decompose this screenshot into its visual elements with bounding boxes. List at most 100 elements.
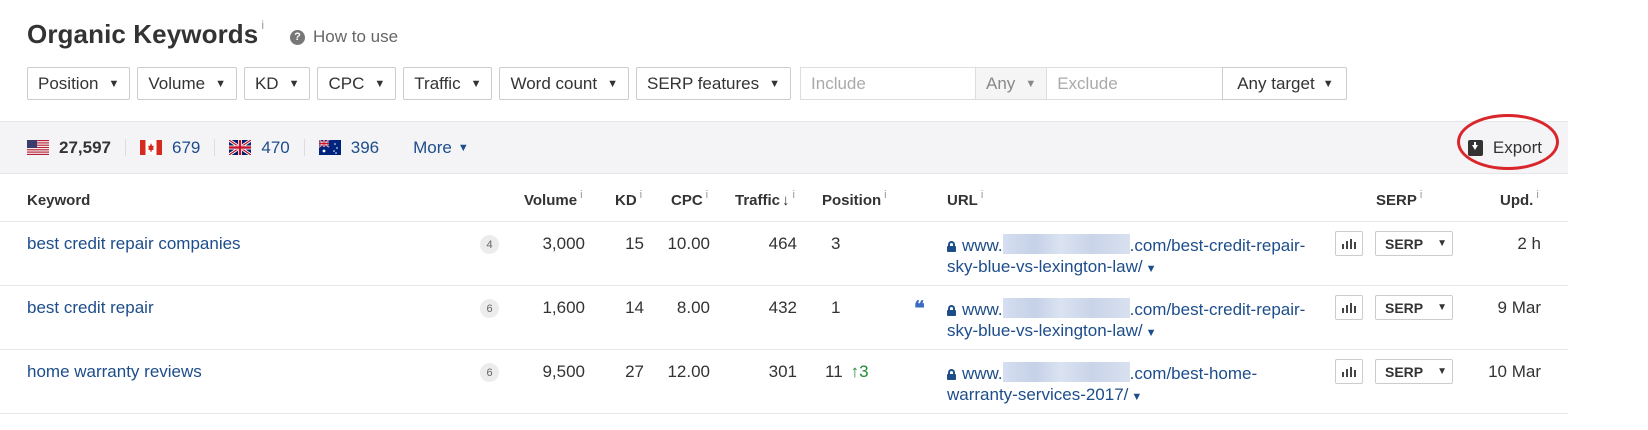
target-select[interactable]: Any target ▼ (1222, 67, 1347, 100)
au-flag-icon (318, 140, 341, 155)
caret-down-icon: ▼ (1322, 77, 1334, 90)
chart-button[interactable] (1335, 359, 1363, 384)
traffic-value: 301 (768, 362, 797, 381)
more-label: More (413, 137, 452, 157)
keyword-link[interactable]: best credit repair (27, 298, 154, 318)
filter-label: Volume (148, 73, 206, 93)
serp-features-count-badge[interactable]: 6 (480, 363, 499, 382)
caret-down-icon: ▼ (1437, 302, 1448, 313)
info-icon[interactable]: i (884, 189, 886, 201)
cpc-column-header[interactable]: CPC i (671, 189, 708, 209)
volume-column-header[interactable]: Volume i (524, 189, 583, 209)
caret-down-icon: ▼ (1437, 238, 1448, 249)
serp-button[interactable]: SERP ▼ (1375, 295, 1453, 320)
keyword-column-header[interactable]: Keyword (27, 192, 90, 209)
info-icon[interactable]: i (1420, 189, 1422, 201)
download-icon (1467, 139, 1483, 156)
redacted-domain (1002, 298, 1130, 318)
url-link[interactable]: www. .com/best-home-warranty-services-201… (947, 362, 1317, 408)
serp-features-count-badge[interactable]: 4 (480, 235, 499, 254)
chart-button[interactable] (1335, 295, 1363, 320)
lock-icon (947, 369, 956, 380)
caret-down-icon: ▼ (108, 77, 120, 90)
updated-column-header[interactable]: Upd. i (1500, 189, 1539, 209)
serp-label: SERP (1385, 235, 1424, 252)
country-bar: 27,597 679 470 396 More ▼ Export (0, 121, 1568, 174)
traffic-column-header[interactable]: Traffic ↓ i (735, 189, 795, 209)
caret-down-icon: ▼ (607, 77, 618, 90)
export-button[interactable]: Export (1467, 122, 1542, 173)
country-count: 679 (172, 137, 201, 157)
caret-down-icon[interactable]: ▼ (1131, 391, 1142, 403)
kd-filter-button[interactable]: KD ▼ (243, 67, 311, 100)
include-input[interactable] (800, 67, 976, 100)
lock-icon (947, 241, 956, 252)
target-label: Any target (1237, 73, 1315, 93)
traffic-filter-button[interactable]: Traffic ▼ (403, 67, 493, 100)
serp-column-header[interactable]: SERP i (1376, 189, 1422, 209)
cpc-filter-button[interactable]: CPC ▼ (317, 67, 397, 100)
traffic-value: 464 (768, 234, 797, 253)
filter-label: CPC (328, 73, 365, 93)
serp-button[interactable]: SERP ▼ (1375, 231, 1453, 256)
chart-button[interactable] (1335, 231, 1363, 256)
sort-desc-icon: ↓ (782, 192, 790, 209)
more-countries-button[interactable]: More ▼ (413, 138, 469, 158)
country-tab-ca[interactable]: 679 (140, 137, 216, 157)
filter-label: KD (254, 73, 279, 93)
updated-value: 9 Mar (1497, 298, 1541, 317)
url-link[interactable]: www. .com/best-credit-repair-sky-blue-vs-… (947, 298, 1317, 344)
serp-button[interactable]: SERP ▼ (1375, 359, 1453, 384)
column-label: SERP (1376, 192, 1417, 209)
url-prefix: www. (962, 364, 1003, 383)
any-select[interactable]: Any ▼ (975, 67, 1048, 100)
table-row: best credit repair 6 1,600 14 8.00 432 1… (0, 286, 1568, 350)
column-label: Keyword (27, 192, 91, 209)
volume-filter-button[interactable]: Volume ▼ (137, 67, 237, 100)
column-label: CPC (671, 192, 703, 209)
country-count: 396 (350, 137, 380, 157)
info-icon[interactable]: i (580, 189, 582, 201)
position-number: 11 (825, 362, 843, 381)
info-icon[interactable]: i (1536, 189, 1538, 201)
how-to-use-link[interactable]: ? How to use (290, 27, 398, 47)
word-count-filter-button[interactable]: Word count ▼ (499, 67, 629, 100)
kd-value: 27 (625, 362, 644, 381)
url-link[interactable]: www. .com/best-credit-repair-sky-blue-vs-… (947, 234, 1317, 280)
filter-label: Traffic (414, 73, 461, 93)
country-tab-gb[interactable]: 470 (229, 138, 305, 157)
country-tab-au[interactable]: 396 (318, 137, 393, 157)
kd-value: 15 (625, 234, 644, 253)
kd-column-header[interactable]: KD i (615, 189, 642, 209)
ca-flag-icon (140, 140, 162, 155)
gb-flag-icon (229, 140, 252, 155)
country-tab-us[interactable]: 27,597 (27, 138, 126, 157)
position-column-header[interactable]: Position i (822, 189, 887, 209)
url-column-header[interactable]: URL i (947, 189, 983, 209)
serp-features-filter-button[interactable]: SERP features ▼ (635, 67, 792, 100)
caret-down-icon[interactable]: ▼ (1146, 263, 1157, 275)
question-icon: ? (290, 29, 306, 45)
info-icon[interactable]: i (793, 189, 795, 201)
serp-features-count-badge[interactable]: 6 (480, 299, 499, 318)
page-title: Organic Keywords (27, 19, 259, 49)
column-label: Traffic (735, 192, 781, 209)
caret-down-icon: ▼ (374, 77, 386, 90)
any-label: Any (986, 73, 1016, 93)
position-number: 1 (831, 298, 841, 317)
exclude-input[interactable] (1047, 67, 1223, 100)
how-to-use-label: How to use (313, 27, 399, 46)
caret-down-icon[interactable]: ▼ (1146, 327, 1157, 339)
url-prefix: www. (962, 300, 1003, 319)
filter-label: Position (38, 73, 99, 93)
info-icon[interactable]: i (981, 189, 983, 201)
info-icon[interactable]: i (706, 189, 708, 201)
position-filter-button[interactable]: Position ▼ (27, 67, 131, 100)
keyword-link[interactable]: home warranty reviews (27, 362, 202, 382)
filter-label: Word count (510, 73, 598, 93)
keyword-link[interactable]: best credit repair companies (27, 234, 241, 254)
position-value: 3 (831, 234, 848, 254)
info-icon[interactable]: i (640, 189, 642, 201)
title-info-icon[interactable]: i (261, 18, 264, 32)
featured-snippet-icon[interactable]: ❝ (914, 296, 925, 320)
